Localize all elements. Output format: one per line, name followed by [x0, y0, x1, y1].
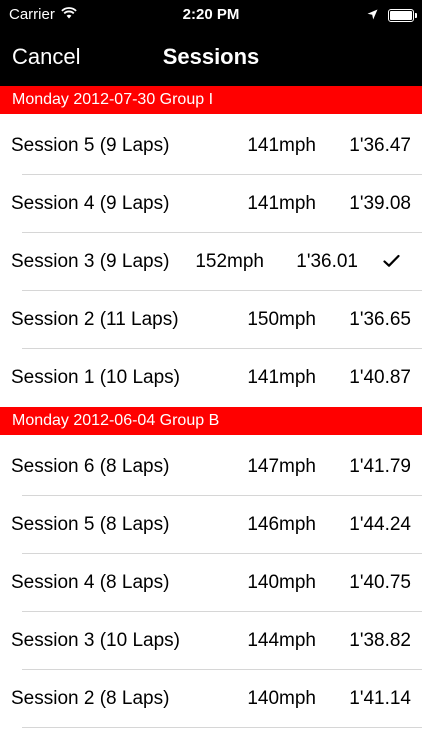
session-speed: 146mph — [247, 514, 316, 535]
session-name: Session 4 (8 Laps) — [11, 572, 170, 593]
session-time: 1'36.47 — [349, 135, 411, 156]
navigation-bar: Cancel Sessions — [0, 30, 422, 86]
session-name: Session 5 (8 Laps) — [11, 514, 170, 535]
session-name: Session 6 (8 Laps) — [11, 456, 170, 477]
checkmark-icon — [383, 251, 400, 274]
session-speed: 141mph — [247, 367, 316, 388]
session-speed: 141mph — [247, 193, 316, 214]
session-time: 1'38.82 — [349, 630, 411, 651]
section-header: Monday 2012-06-04 Group B — [0, 407, 422, 435]
session-speed: 147mph — [247, 456, 316, 477]
session-speed: 144mph — [247, 630, 316, 651]
session-time: 1'41.14 — [349, 688, 411, 709]
session-time: 1'39.08 — [349, 193, 411, 214]
session-speed: 152mph — [195, 251, 264, 272]
status-right — [367, 7, 417, 24]
session-time: 1'41.79 — [349, 456, 411, 477]
table-row[interactable]: Session 3 (10 Laps) 144mph 1'38.82 — [0, 612, 422, 670]
row-divider — [22, 727, 422, 728]
session-time: 1'36.01 — [296, 251, 358, 272]
session-name: Session 4 (9 Laps) — [11, 193, 170, 214]
table-row[interactable]: Session 5 (8 Laps) 146mph 1'44.24 — [0, 496, 422, 554]
session-name: Session 3 (9 Laps) — [11, 251, 170, 272]
table-row[interactable]: Session 4 (9 Laps) 141mph 1'39.08 — [0, 175, 422, 233]
table-row[interactable]: Session 2 (8 Laps) 140mph 1'41.14 — [0, 670, 422, 728]
session-time: 1'36.65 — [349, 309, 411, 330]
session-name: Session 5 (9 Laps) — [11, 135, 170, 156]
session-name: Session 2 (11 Laps) — [11, 309, 179, 330]
location-arrow-icon — [367, 7, 378, 24]
session-speed: 140mph — [247, 688, 316, 709]
table-row[interactable]: Session 1 (10 Laps) 141mph 1'40.87 — [0, 349, 422, 407]
session-time: 1'40.87 — [349, 367, 411, 388]
session-name: Session 1 (10 Laps) — [11, 367, 180, 388]
session-time: 1'44.24 — [349, 514, 411, 535]
table-row[interactable]: Session 6 (8 Laps) 147mph 1'41.79 — [0, 438, 422, 496]
status-time: 2:20 PM — [182, 6, 240, 23]
session-speed: 150mph — [247, 309, 316, 330]
status-bar: Carrier 2:20 PM — [0, 0, 422, 30]
session-speed: 140mph — [247, 572, 316, 593]
table-row[interactable]: Session 4 (8 Laps) 140mph 1'40.75 — [0, 554, 422, 612]
table-row[interactable]: Session 5 (9 Laps) 141mph 1'36.47 — [0, 117, 422, 175]
page-title: Sessions — [162, 44, 260, 69]
session-name: Session 2 (8 Laps) — [11, 688, 170, 709]
table-row-selected[interactable]: Session 3 (9 Laps) 152mph 1'36.01 — [0, 233, 422, 291]
section-header: Monday 2012-07-30 Group I — [0, 86, 422, 114]
table-row[interactable]: Session 2 (11 Laps) 150mph 1'36.65 — [0, 291, 422, 349]
battery-icon — [388, 9, 417, 22]
session-name: Session 3 (10 Laps) — [11, 630, 180, 651]
session-time: 1'40.75 — [349, 572, 411, 593]
session-speed: 141mph — [247, 135, 316, 156]
